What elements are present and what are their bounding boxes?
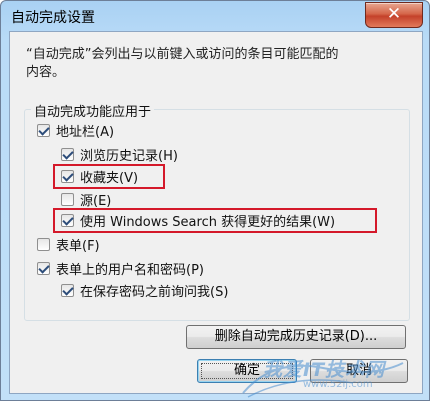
- dialog-client-area: “自动完成”会列出与以前键入或访问的条目可能匹配的 内容。 自动完成功能应用于 …: [9, 31, 423, 394]
- checkbox-box[interactable]: [61, 192, 74, 206]
- checkbox-box[interactable]: [37, 237, 50, 251]
- checkbox-browsing-history[interactable]: 浏览历史记录(H): [61, 145, 178, 164]
- checkbox-box[interactable]: [61, 147, 74, 161]
- ok-button[interactable]: 确定: [197, 359, 297, 383]
- checkbox-ask-before-save[interactable]: 在保存密码之前询问我(S): [61, 281, 229, 300]
- checkbox-forms[interactable]: 表单(F): [37, 235, 100, 254]
- delete-history-button[interactable]: 删除自动完成历史记录(D)...: [186, 325, 406, 349]
- checkbox-label: 表单上的用户名和密码(P): [56, 262, 204, 278]
- focus-rectangle: [201, 363, 293, 379]
- description-text: “自动完成”会列出与以前键入或访问的条目可能匹配的 内容。: [26, 47, 339, 80]
- checkbox-box[interactable]: [61, 283, 74, 297]
- checkbox-feeds[interactable]: 源(E): [61, 190, 112, 209]
- highlight-box-windows-search: [53, 208, 377, 233]
- checkbox-box[interactable]: [37, 123, 50, 137]
- checkbox-box[interactable]: [37, 261, 50, 275]
- checkbox-label: 浏览历史记录(H): [80, 148, 178, 164]
- checkbox-address-bar[interactable]: 地址栏(A): [37, 121, 115, 140]
- checkbox-form-credentials[interactable]: 表单上的用户名和密码(P): [37, 259, 204, 278]
- title-bar[interactable]: 自动完成设置 ✕: [1, 1, 429, 31]
- window-title: 自动完成设置: [11, 10, 95, 26]
- checkbox-label: 表单(F): [56, 238, 100, 254]
- highlight-box-favorites: [53, 164, 165, 189]
- checkbox-label: 在保存密码之前询问我(S): [80, 284, 229, 300]
- close-button[interactable]: ✕: [365, 2, 423, 28]
- cancel-button[interactable]: 取消: [310, 359, 408, 383]
- close-icon: ✕: [386, 4, 402, 24]
- dialog-window: 自动完成设置 ✕ “自动完成”会列出与以前键入或访问的条目可能匹配的 内容。 自…: [0, 0, 430, 401]
- checkbox-label: 源(E): [80, 193, 112, 209]
- group-label: 自动完成功能应用于: [31, 101, 155, 120]
- checkbox-label: 地址栏(A): [56, 124, 115, 140]
